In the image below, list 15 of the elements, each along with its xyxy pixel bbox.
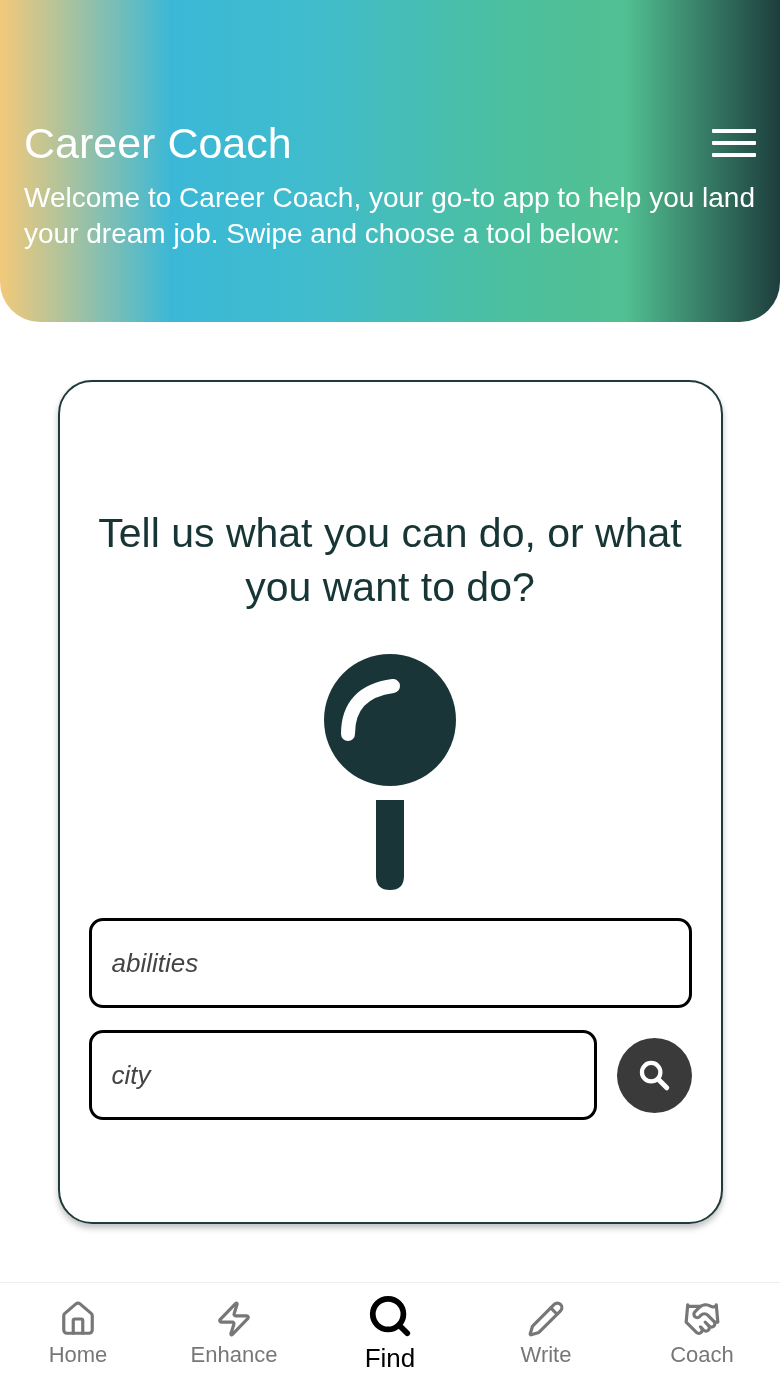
pencil-icon (527, 1299, 565, 1338)
menu-button[interactable] (712, 128, 756, 158)
text-field[interactable]: abilities (88, 918, 692, 1008)
nav-tab[interactable]: Coach (624, 1299, 780, 1371)
question-heading: Tell us what you can do, or what you want to do? (97, 509, 683, 612)
text-field[interactable]: city (88, 1030, 597, 1120)
search-icon (637, 1058, 671, 1092)
magnifier-icon (323, 654, 457, 890)
nav-tab[interactable]: Enhance (156, 1299, 312, 1371)
nav-tab[interactable]: Home (0, 1299, 156, 1371)
home-icon (59, 1299, 97, 1338)
nav-tab[interactable]: Write (468, 1299, 624, 1371)
lightning-icon (215, 1299, 253, 1338)
nav-tab[interactable]: Find (312, 1292, 468, 1378)
menu-icon (712, 128, 756, 158)
